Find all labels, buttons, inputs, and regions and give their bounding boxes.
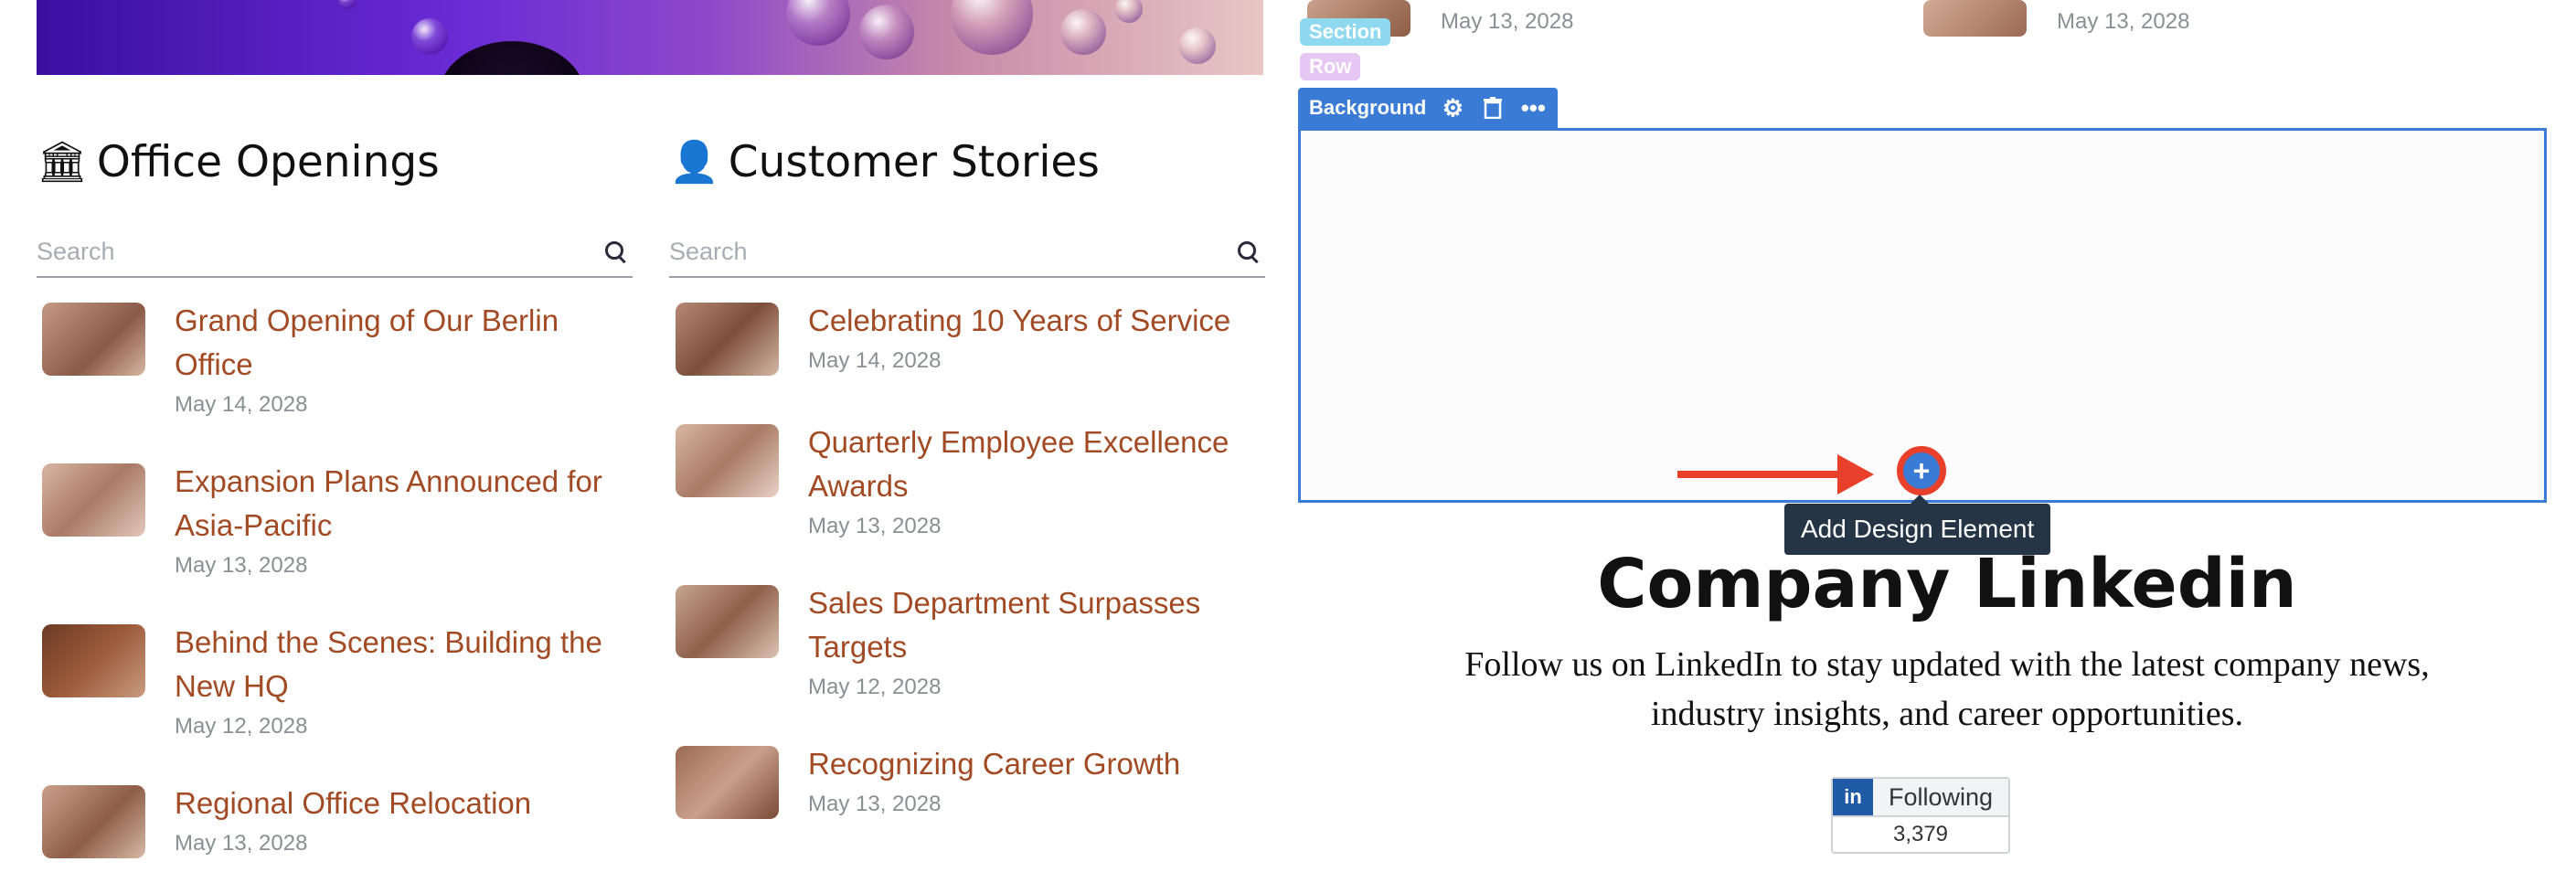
list-item[interactable]: Behind the Scenes: Building the New HQ M… xyxy=(42,621,602,739)
gear-icon[interactable]: ⚙ xyxy=(1439,94,1466,122)
post-date: May 13, 2028 xyxy=(808,514,942,538)
post-thumbnail xyxy=(42,303,145,376)
list-item[interactable]: Sales Department Surpasses Targets May 1… xyxy=(676,581,1200,700)
linkedin-description: Follow us on LinkedIn to stay updated wi… xyxy=(1464,645,2430,733)
following-button[interactable]: Following xyxy=(1873,779,2008,815)
linkedin-heading: Company Linkedin xyxy=(1597,545,2297,623)
row-tag[interactable]: Row xyxy=(1300,53,1361,80)
post-thumbnail xyxy=(42,785,145,858)
post-thumbnail xyxy=(676,424,779,497)
post-title[interactable]: Recognizing Career Growth xyxy=(808,742,1180,786)
search-icon[interactable] xyxy=(1236,239,1260,263)
section-tag[interactable]: Section xyxy=(1300,18,1391,46)
list-item[interactable]: Grand Opening of Our Berlin Office May 1… xyxy=(42,299,559,418)
post-title[interactable]: Celebrating 10 Years of Service xyxy=(808,299,1230,343)
search-input-stories[interactable]: Search xyxy=(669,227,1265,278)
post-date: May 13, 2028 xyxy=(808,792,942,816)
post-thumbnail xyxy=(676,746,779,819)
post-title[interactable]: Grand Opening of Our Berlin xyxy=(175,299,559,343)
post-date: May 13, 2028 xyxy=(175,553,308,578)
list-item[interactable]: Expansion Plans Announced for Asia-Pacif… xyxy=(42,460,602,579)
post-thumbnail xyxy=(42,624,145,697)
post-title-cont[interactable]: Asia-Pacific xyxy=(175,504,602,548)
post-title-cont[interactable]: Office xyxy=(175,343,559,387)
plus-icon: + xyxy=(1903,452,1940,489)
building-icon: 🏛 xyxy=(37,138,88,186)
person-icon: 👤 xyxy=(669,138,719,186)
post-title[interactable]: Quarterly Employee Excellence xyxy=(808,420,1229,464)
post-title[interactable]: Expansion Plans Announced for xyxy=(175,460,602,504)
toolbar-label: Background xyxy=(1309,96,1427,119)
post-date: May 13, 2028 xyxy=(2057,9,2190,34)
post-date: May 13, 2028 xyxy=(1441,9,1574,34)
column-title-customer-stories: 👤 Customer Stories xyxy=(669,137,1100,187)
list-item[interactable]: Celebrating 10 Years of Service May 14, … xyxy=(676,299,1230,376)
search-input-office[interactable]: Search xyxy=(37,227,633,278)
post-title[interactable]: Sales Department Surpasses xyxy=(808,581,1200,625)
post-thumbnail xyxy=(42,463,145,537)
arrow-head xyxy=(1837,454,1874,495)
linkedin-icon: in xyxy=(1833,779,1873,815)
add-design-element-button[interactable]: + xyxy=(1897,446,1946,495)
arrow-annotation xyxy=(1677,471,1842,478)
post-title[interactable]: Regional Office Relocation xyxy=(175,782,531,825)
trash-icon[interactable] xyxy=(1479,94,1506,122)
post-thumbnail xyxy=(676,585,779,658)
list-item[interactable]: Recognizing Career Growth May 13, 2028 xyxy=(676,742,1180,819)
post-thumbnail xyxy=(676,303,779,376)
list-item[interactable]: Quarterly Employee Excellence Awards May… xyxy=(676,420,1229,539)
post-title-cont[interactable]: Awards xyxy=(808,464,1229,508)
more-icon[interactable]: ••• xyxy=(1519,94,1547,122)
post-date: May 12, 2028 xyxy=(808,675,942,699)
hero-banner xyxy=(37,0,1263,75)
element-toolbar: Background ⚙ ••• xyxy=(1298,88,1559,128)
post-title-cont[interactable]: Targets xyxy=(808,625,1200,669)
linkedin-follow-widget[interactable]: in Following 3,379 xyxy=(1831,777,2010,854)
column-title-office-openings: 🏛 Office Openings xyxy=(37,137,440,187)
follower-count: 3,379 xyxy=(1831,817,2010,854)
post-date: May 12, 2028 xyxy=(175,714,308,739)
list-item[interactable]: Regional Office Relocation May 13, 2028 xyxy=(42,782,531,858)
post-thumbnail xyxy=(1923,0,2027,37)
search-icon[interactable] xyxy=(603,239,627,263)
post-date: May 14, 2028 xyxy=(808,348,942,373)
post-date: May 13, 2028 xyxy=(175,831,308,856)
post-title[interactable]: Behind the Scenes: Building the xyxy=(175,621,602,665)
post-title-cont[interactable]: New HQ xyxy=(175,665,602,708)
post-date: May 14, 2028 xyxy=(175,392,308,417)
